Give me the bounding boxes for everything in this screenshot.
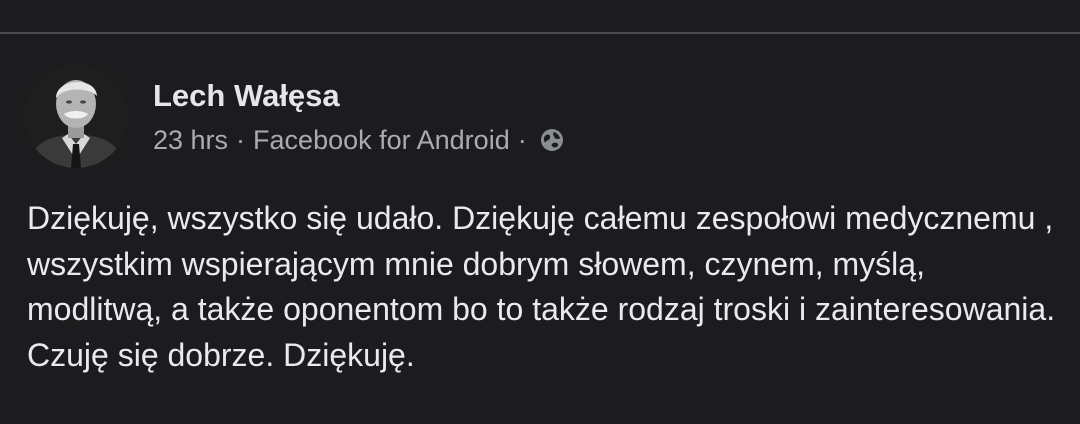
post-source: Facebook for Android — [253, 124, 510, 155]
meta-separator: · — [517, 124, 527, 155]
facebook-post: Lech Wałęsa 23 hrs · Facebook for Androi… — [0, 0, 1080, 424]
avatar-image — [24, 64, 128, 168]
avatar[interactable] — [24, 64, 128, 168]
post-text: Dziękuję, wszystko się udało. Dziękuję c… — [27, 200, 1056, 373]
author-name[interactable]: Lech Wałęsa — [153, 78, 340, 114]
meta-separator: · — [236, 124, 246, 155]
divider — [0, 32, 1080, 34]
post-timestamp[interactable]: 23 hrs — [153, 125, 228, 156]
post-meta: 23 hrs · Facebook for Android · — [153, 123, 565, 157]
globe-icon[interactable] — [539, 127, 565, 153]
